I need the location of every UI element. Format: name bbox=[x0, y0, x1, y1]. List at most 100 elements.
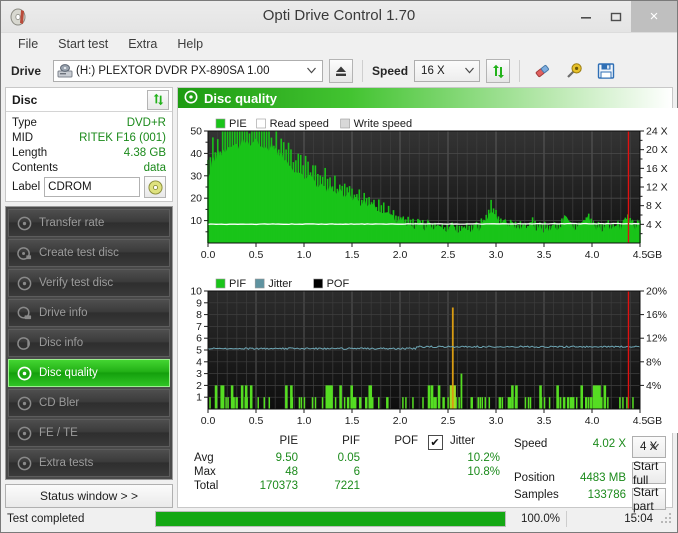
sidebar-item-label: Disc quality bbox=[39, 367, 98, 379]
svg-text:1.5: 1.5 bbox=[345, 249, 360, 261]
svg-text:10: 10 bbox=[190, 215, 202, 227]
sidebar-item-drive-info[interactable]: Drive info bbox=[8, 299, 170, 327]
disc-info-icon bbox=[17, 336, 32, 351]
stats-avg-pie: 9.50 bbox=[275, 452, 298, 464]
app-window: Opti Drive Control 1.70 × File Start tes… bbox=[0, 0, 678, 533]
svg-text:GB: GB bbox=[647, 415, 662, 427]
sidebar-item-transfer-rate[interactable]: Transfer rate bbox=[8, 209, 170, 237]
resize-grip[interactable] bbox=[661, 513, 673, 525]
svg-text:2.5: 2.5 bbox=[441, 249, 456, 261]
sidebar-item-verify-test-disc[interactable]: Verify test disc bbox=[8, 269, 170, 297]
svg-text:8 X: 8 X bbox=[646, 200, 662, 212]
speed-select[interactable]: 16 X bbox=[414, 60, 481, 82]
sidebar-item-extra-tests[interactable]: Extra tests bbox=[8, 449, 170, 477]
progress-bar bbox=[155, 511, 506, 527]
disc-row-value: 4.38 GB bbox=[123, 146, 166, 159]
disc-quality-icon bbox=[17, 366, 32, 381]
stats-max-spacer bbox=[424, 466, 446, 478]
disc-row-key: Type bbox=[12, 116, 37, 129]
disc-row-length: Length 4.38 GB bbox=[12, 145, 166, 160]
svg-text:Jitter: Jitter bbox=[268, 278, 292, 290]
bitsetting-button[interactable] bbox=[561, 58, 587, 84]
stats-row-total-key: Total bbox=[194, 480, 219, 492]
menu-item-extra[interactable]: Extra bbox=[119, 35, 166, 53]
svg-text:0.0: 0.0 bbox=[201, 415, 216, 427]
stats-col-jitter: Jitter bbox=[450, 435, 475, 447]
svg-text:PIF: PIF bbox=[229, 278, 246, 290]
readout-position-value: 4483 MB bbox=[579, 471, 626, 484]
pif-jitter-chart[interactable]: 12345678910 4% 8% 12% 16% 20% 0.0 0.5 1.0 1.5 2.0 2… bbox=[178, 273, 678, 433]
menu-item-start-test[interactable]: Start test bbox=[49, 35, 117, 53]
test-speed-select[interactable]: 4 X bbox=[632, 436, 666, 458]
disc-icon bbox=[17, 426, 32, 441]
sidebar-item-create-test-disc[interactable]: Create test disc bbox=[8, 239, 170, 267]
stats-panel: PIE PIF POF ✔ Jitter Avg 9.50 0.05 10.2% bbox=[178, 433, 672, 513]
disc-icon bbox=[17, 456, 32, 471]
stats-col-pie: PIE bbox=[279, 435, 298, 447]
minimize-button[interactable] bbox=[571, 1, 601, 32]
pie-chart[interactable]: 10 20 30 40 50 4 X 8 X 12 X 16 X 20 X 24 X 0.0 0.5 1.… bbox=[178, 108, 678, 273]
stats-avg-pof bbox=[366, 452, 424, 464]
eraser-button[interactable] bbox=[529, 58, 555, 84]
start-part-button[interactable]: Start part bbox=[632, 485, 666, 513]
disc-label-button[interactable] bbox=[144, 176, 166, 198]
drive-select[interactable]: (H:) PLEXTOR DVDR PX-890SA 1.00 bbox=[53, 60, 324, 82]
refresh-button[interactable] bbox=[486, 59, 511, 83]
disc-row-value: DVD+R bbox=[126, 116, 166, 129]
svg-text:5: 5 bbox=[196, 345, 202, 357]
stats-total-pie: 170373 bbox=[259, 480, 298, 492]
svg-text:16 X: 16 X bbox=[646, 163, 668, 175]
status-window-button[interactable]: Status window > > bbox=[5, 484, 173, 508]
disc-panel: Disc Type DVD+R MID RITEK F16 (001) Leng… bbox=[5, 87, 173, 202]
svg-text:0.0: 0.0 bbox=[201, 249, 216, 261]
sidebar-item-disc-info[interactable]: Disc info bbox=[8, 329, 170, 357]
svg-text:2.0: 2.0 bbox=[393, 249, 408, 261]
disc-panel-title: Disc bbox=[12, 92, 38, 107]
close-button[interactable]: × bbox=[631, 1, 677, 32]
disc-properties: Type DVD+R MID RITEK F16 (001) Length 4.… bbox=[6, 112, 172, 201]
save-button[interactable] bbox=[593, 58, 619, 84]
svg-text:0.5: 0.5 bbox=[249, 249, 264, 261]
stats-col-pif: PIF bbox=[342, 435, 360, 447]
window-controls: × bbox=[571, 1, 677, 32]
menu-item-help[interactable]: Help bbox=[168, 35, 212, 53]
disc-quality-icon bbox=[184, 90, 198, 107]
status-message: Test completed bbox=[7, 513, 85, 525]
jitter-checkbox[interactable]: ✔ bbox=[427, 435, 443, 450]
sidebar-item-disc-quality[interactable]: Disc quality bbox=[8, 359, 170, 387]
svg-text:0.5: 0.5 bbox=[249, 415, 264, 427]
sidebar-item-label: Disc info bbox=[39, 337, 84, 349]
svg-text:3.5: 3.5 bbox=[537, 415, 552, 427]
svg-text:2.5: 2.5 bbox=[441, 415, 456, 427]
test-controls: 4 X Start full Start part bbox=[632, 435, 666, 513]
disc-label-input[interactable]: CDROM bbox=[44, 177, 140, 197]
disc-refresh-button[interactable] bbox=[147, 89, 169, 110]
start-full-button[interactable]: Start full bbox=[632, 459, 666, 487]
stats-corner bbox=[184, 435, 230, 450]
sidebar-item-fe-te[interactable]: FE / TE bbox=[8, 419, 170, 447]
readout-speed-key: Speed bbox=[514, 437, 548, 450]
disc-row-contents: Contents data bbox=[12, 160, 166, 175]
main-header-title: Disc quality bbox=[204, 90, 277, 106]
maximize-button[interactable] bbox=[601, 1, 631, 32]
svg-text:3.5: 3.5 bbox=[537, 249, 552, 261]
stats-max-pof bbox=[366, 466, 424, 478]
drive-icon bbox=[17, 306, 32, 321]
eject-button[interactable] bbox=[329, 59, 354, 83]
charts-area: 10 20 30 40 50 4 X 8 X 12 X 16 X 20 X 24 X 0.0 0.5 1.… bbox=[178, 108, 678, 433]
svg-text:8: 8 bbox=[196, 309, 202, 321]
svg-text:20: 20 bbox=[190, 193, 202, 205]
sidebar-item-cd-bler[interactable]: CD Bler bbox=[8, 389, 170, 417]
jitter-checkbox-wrap: ✔ bbox=[424, 435, 446, 450]
readout-samples-value: 133786 bbox=[587, 488, 626, 501]
svg-text:6: 6 bbox=[196, 333, 202, 345]
sidebar-item-label: Drive info bbox=[39, 307, 88, 319]
svg-text:50: 50 bbox=[190, 126, 202, 138]
main-header: Disc quality bbox=[178, 88, 672, 108]
svg-text:Write speed: Write speed bbox=[354, 118, 413, 130]
stats-row-avg-key: Avg bbox=[194, 452, 214, 464]
menu-item-file[interactable]: File bbox=[9, 35, 47, 53]
svg-text:10: 10 bbox=[190, 286, 202, 298]
readout-speed: Speed 4.02 X bbox=[514, 435, 632, 452]
svg-text:20%: 20% bbox=[646, 286, 667, 298]
